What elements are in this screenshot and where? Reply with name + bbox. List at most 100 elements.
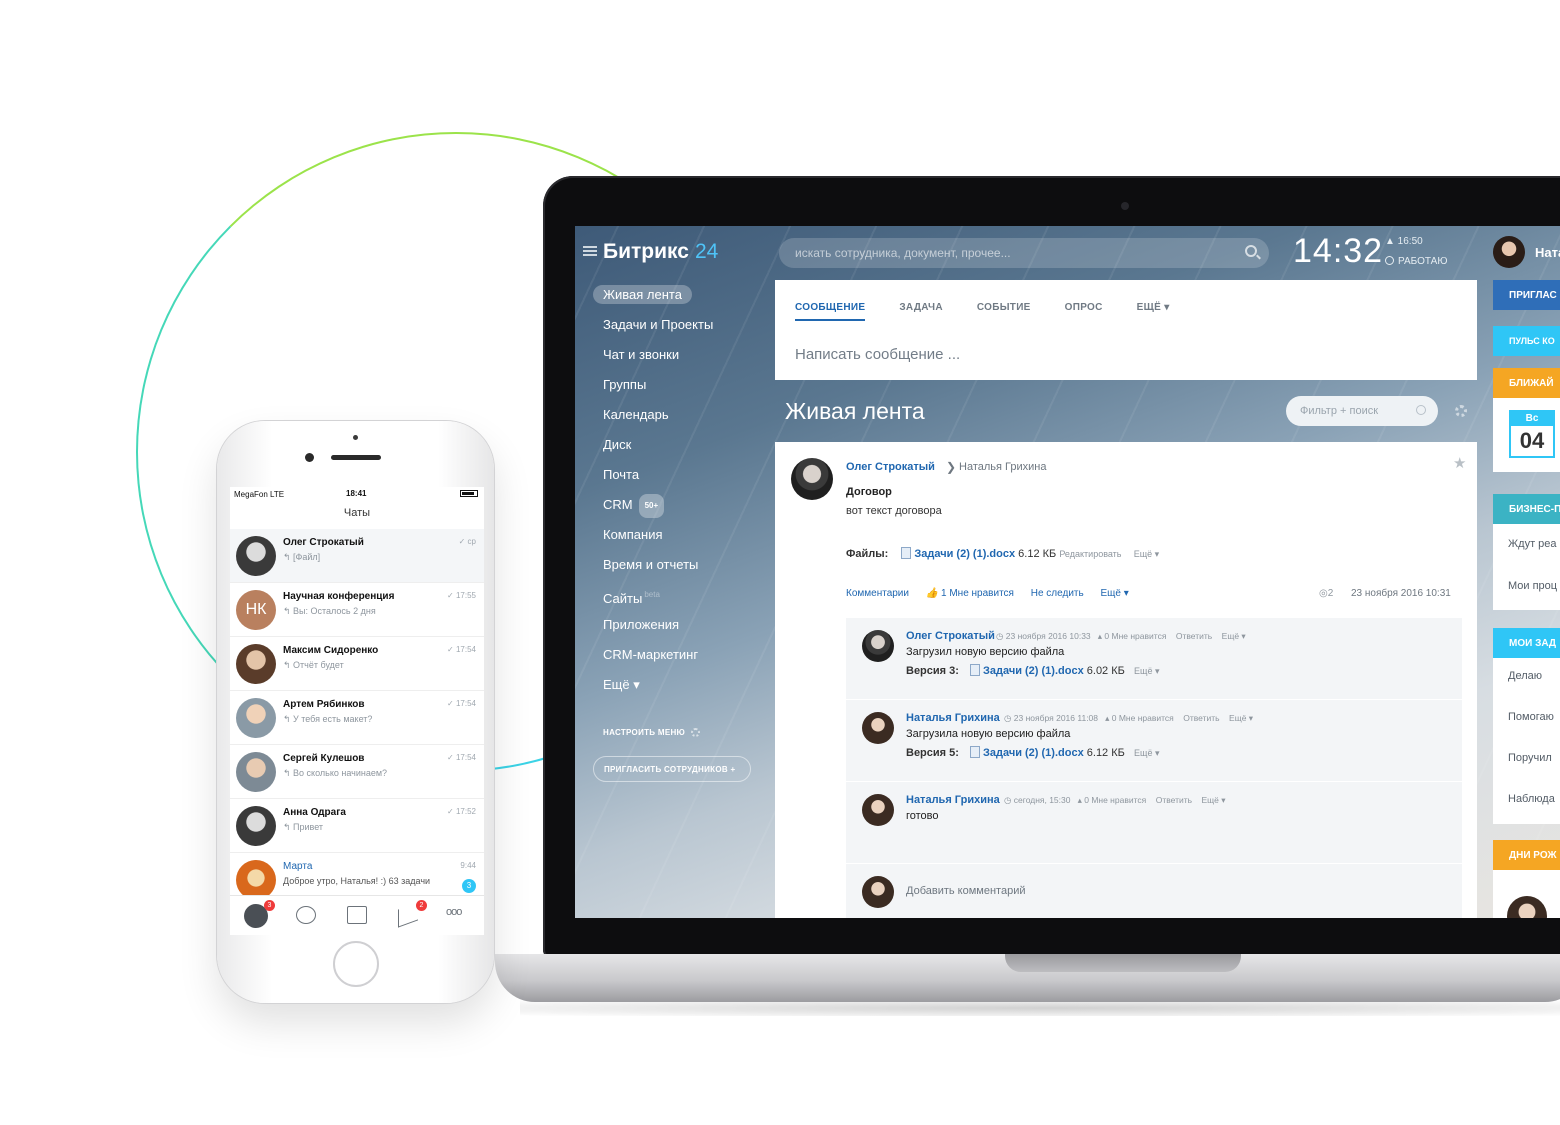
list-item[interactable]: Максим Сидоренко ↰ Отчёт будет ✓ 17:54	[230, 637, 484, 691]
comment-meta: ◷ 23 ноября 2016 11:08 ▴ 0 Мне нравится …	[1004, 713, 1253, 724]
sidebar-item[interactable]: CRM-маркетинг	[595, 644, 775, 674]
version-more-link[interactable]: Ещё ▾	[1134, 666, 1159, 676]
sidebar-item[interactable]: Задачи и Проекты	[595, 314, 775, 344]
unfollow-link[interactable]: Не следить	[1031, 588, 1084, 599]
calendar-icon[interactable]: Вс 04	[1509, 410, 1555, 458]
avatar[interactable]	[1493, 236, 1525, 268]
post-recipient[interactable]: Наталья Грихина	[959, 461, 1046, 473]
reply-link[interactable]: Ответить	[1156, 795, 1192, 805]
comments-link[interactable]: Комментарии	[846, 588, 909, 599]
comment-more-link[interactable]: Ещё ▾	[1222, 631, 1246, 641]
sidebar-item[interactable]: Ещё ▾	[595, 674, 775, 704]
avatar[interactable]	[862, 630, 894, 662]
reply-link[interactable]: Ответить	[1176, 631, 1212, 641]
add-comment[interactable]: Добавить комментарий	[846, 864, 1462, 918]
logo-name: Битрикс	[603, 240, 689, 263]
star-icon[interactable]: ★	[1453, 454, 1466, 472]
file-link[interactable]: Задачи (2) (1).docx	[914, 548, 1015, 560]
menu-icon[interactable]	[583, 246, 597, 256]
comment-date: сегодня, 15:30	[1013, 795, 1071, 805]
avatar[interactable]	[1507, 896, 1547, 918]
file-link[interactable]: Задачи (2) (1).docx	[983, 665, 1084, 677]
sidebar-item[interactable]: Группы	[595, 374, 775, 404]
filter-search-input[interactable]: Фильтр + поиск	[1286, 396, 1438, 426]
business-item[interactable]: Мои проц	[1508, 580, 1557, 592]
comment-more-link[interactable]: Ещё ▾	[1202, 795, 1226, 805]
post-author[interactable]: Олег Строкатый	[846, 461, 935, 473]
task-item[interactable]: Наблюда	[1508, 793, 1555, 805]
thumbs-up-icon: ▴	[1097, 631, 1103, 641]
reply-link[interactable]: Ответить	[1183, 713, 1219, 723]
notifications-icon[interactable]	[398, 902, 418, 928]
sidebar-item-label: Приложения	[603, 617, 680, 632]
file-more-link[interactable]: Ещё ▾	[1134, 549, 1159, 559]
comment-like[interactable]: 0 Мне нравится	[1084, 795, 1146, 805]
views-count: ◎2	[1319, 588, 1333, 599]
app-logo[interactable]: Битрикс 24	[603, 240, 718, 264]
sidebar-item[interactable]: Живая лента	[593, 284, 775, 314]
list-item[interactable]: НК Научная конференция ↰ Вы: Осталось 2 …	[230, 583, 484, 637]
sidebar-item[interactable]: CRM 50+	[595, 494, 775, 524]
comment-like[interactable]: 0 Мне нравится	[1104, 631, 1166, 641]
comment-more-link[interactable]: Ещё ▾	[1229, 713, 1253, 723]
comment-like[interactable]: 0 Мне нравится	[1112, 713, 1174, 723]
setup-menu-link[interactable]: НАСТРОИТЬ МЕНЮ	[603, 728, 701, 737]
chat-time: ✓ 17:54	[447, 645, 476, 654]
user-name[interactable]: Ната	[1535, 245, 1560, 260]
tab-event[interactable]: СОБЫТИЕ	[977, 302, 1031, 319]
home-button[interactable]	[333, 941, 379, 987]
version-more-link[interactable]: Ещё ▾	[1134, 748, 1159, 758]
sidebar-item[interactable]: Календарь	[595, 404, 775, 434]
comment-date: 23 ноября 2016 10:33	[1005, 631, 1091, 641]
more-icon[interactable]: ooo	[446, 906, 470, 924]
avatar[interactable]	[862, 794, 894, 826]
like-link[interactable]: 👍 1 Мне нравится	[926, 588, 1014, 599]
message-input[interactable]: Написать сообщение ...	[795, 346, 960, 363]
post-more-link[interactable]: Ещё ▾	[1100, 588, 1128, 599]
search-icon[interactable]	[1245, 245, 1257, 257]
comment-author[interactable]: Наталья Грихина	[906, 712, 1000, 724]
list-item[interactable]: Артем Рябинков ↰ У тебя есть макет? ✓ 17…	[230, 691, 484, 745]
file-link[interactable]: Задачи (2) (1).docx	[983, 747, 1084, 759]
tab-task[interactable]: ЗАДАЧА	[899, 302, 943, 319]
status-time: 18:41	[346, 489, 367, 498]
tab-more[interactable]: ЕЩЁ ▾	[1137, 302, 1170, 319]
sidebar-item[interactable]: Диск	[595, 434, 775, 464]
sidebar-item[interactable]: Компания	[595, 524, 775, 554]
task-item[interactable]: Поручил	[1508, 752, 1552, 764]
like-label: 1 Мне нравится	[941, 588, 1014, 599]
invite-button[interactable]: ПРИГЛАС	[1493, 280, 1560, 310]
sidebar-item[interactable]: Время и отчеты	[595, 554, 775, 584]
pulse-button[interactable]: ПУЛЬС КО	[1493, 326, 1560, 356]
invite-employees-button[interactable]: ПРИГЛАСИТЬ СОТРУДНИКОВ +	[593, 756, 751, 782]
alarm-time: ▲ 16:50	[1385, 236, 1423, 247]
sidebar-item[interactable]: Приложения	[595, 614, 775, 644]
avatar	[236, 752, 276, 792]
business-item[interactable]: Ждут реа	[1508, 538, 1557, 550]
avatar[interactable]	[862, 712, 894, 744]
feed-icon[interactable]	[347, 906, 367, 924]
edit-link[interactable]: Редактировать	[1059, 549, 1121, 559]
sidebar-item[interactable]: Почта	[595, 464, 775, 494]
list-item[interactable]: Анна Одрага ↰ Привет ✓ 17:52	[230, 799, 484, 853]
chat-name: Сергей Кулешов	[283, 753, 365, 764]
task-item[interactable]: Делаю	[1508, 670, 1542, 682]
comments-icon[interactable]	[296, 906, 316, 924]
chat-name: Марта	[283, 861, 313, 872]
list-item[interactable]: Олег Строкатый ↰ [Файл] ✓ ср	[230, 529, 484, 583]
comment-author[interactable]: Олег Строкатый	[906, 630, 995, 642]
avatar[interactable]	[791, 458, 833, 500]
post-actions: Комментарии 👍 1 Мне нравится Не следить …	[846, 588, 1143, 599]
tab-poll[interactable]: ОПРОС	[1065, 302, 1103, 319]
sidebar-item[interactable]: Чат и звонки	[595, 344, 775, 374]
tab-message[interactable]: СООБЩЕНИЕ	[795, 302, 866, 321]
search-input[interactable]: искать сотрудника, документ, прочее...	[779, 238, 1269, 268]
work-status[interactable]: РАБОТАЮ	[1385, 256, 1447, 267]
gear-icon[interactable]	[1455, 405, 1467, 417]
sidebar-item[interactable]: Сайты beta	[595, 584, 775, 614]
task-item[interactable]: Помогаю	[1508, 711, 1554, 723]
list-item[interactable]: Сергей Кулешов ↰ Во сколько начинаем? ✓ …	[230, 745, 484, 799]
document-icon	[969, 664, 980, 676]
chat-time: ✓ 17:52	[447, 807, 476, 816]
comment-author[interactable]: Наталья Грихина	[906, 794, 1000, 806]
